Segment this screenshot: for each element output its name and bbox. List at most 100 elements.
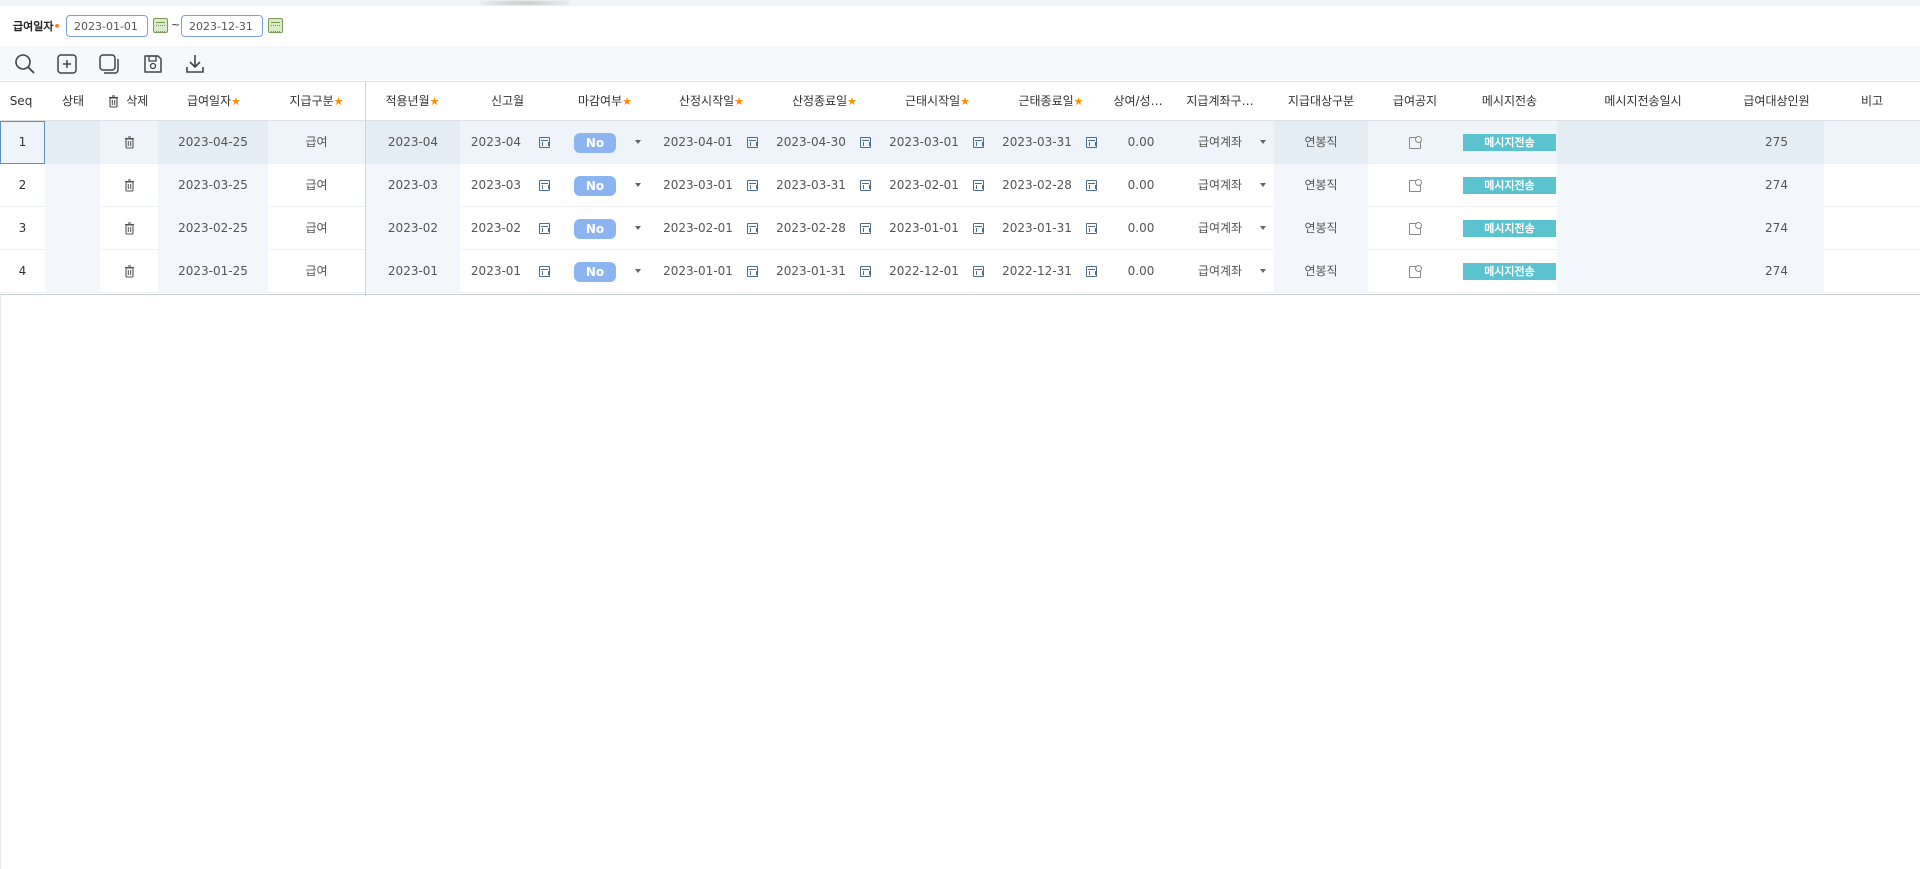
msg-time-cell[interactable] bbox=[1557, 164, 1729, 207]
calc-start-cell[interactable]: 2023-03-01 bbox=[655, 164, 741, 207]
pay-date-cell[interactable]: 2023-01-25 bbox=[158, 250, 268, 293]
closed-pill[interactable]: No bbox=[574, 261, 616, 282]
col-calc-end[interactable]: 산정종료일★ bbox=[768, 82, 881, 120]
calc-end-calendar[interactable] bbox=[854, 250, 876, 293]
add-icon[interactable] bbox=[55, 52, 79, 76]
calendar-icon[interactable] bbox=[1085, 180, 1097, 191]
trash-icon[interactable] bbox=[124, 265, 135, 278]
col-delete[interactable]: 삭제 bbox=[98, 82, 158, 120]
download-icon[interactable] bbox=[183, 52, 207, 76]
report-month-calendar[interactable] bbox=[533, 207, 555, 250]
col-msg[interactable]: 메시지전송 bbox=[1462, 82, 1557, 120]
calendar-icon[interactable] bbox=[972, 266, 984, 277]
calendar-icon[interactable] bbox=[538, 223, 550, 234]
pay-type-cell[interactable]: 급여 bbox=[268, 250, 365, 293]
calendar-icon[interactable] bbox=[538, 137, 550, 148]
calendar-icon[interactable] bbox=[972, 137, 984, 148]
calendar-icon[interactable] bbox=[746, 223, 758, 234]
table-row[interactable]: 4 2023-01-25 급여 2023-01 2023-01 No 2023-… bbox=[0, 250, 1920, 293]
calc-start-calendar[interactable] bbox=[741, 207, 763, 250]
calendar-icon[interactable] bbox=[972, 180, 984, 191]
chevron-down-icon[interactable] bbox=[635, 226, 641, 230]
calendar-icon[interactable] bbox=[859, 137, 871, 148]
col-headcount[interactable]: 급여대상인원 bbox=[1729, 82, 1824, 120]
calc-start-cell[interactable]: 2023-02-01 bbox=[655, 207, 741, 250]
msg-cell[interactable]: 메시지전송 bbox=[1462, 250, 1557, 293]
delete-cell[interactable] bbox=[100, 164, 158, 207]
trash-icon[interactable] bbox=[124, 136, 135, 149]
send-message-button[interactable]: 메시지전송 bbox=[1463, 263, 1556, 280]
send-message-button[interactable]: 메시지전송 bbox=[1463, 177, 1556, 194]
notice-icon[interactable] bbox=[1409, 221, 1422, 235]
msg-cell[interactable]: 메시지전송 bbox=[1462, 121, 1557, 164]
notice-icon[interactable] bbox=[1409, 178, 1422, 192]
msg-time-cell[interactable] bbox=[1557, 250, 1729, 293]
trash-header-icon[interactable] bbox=[108, 95, 119, 108]
calc-end-cell[interactable]: 2023-04-30 bbox=[768, 121, 854, 164]
closed-pill[interactable]: No bbox=[574, 175, 616, 196]
col-bonus[interactable]: 상여/성… bbox=[1108, 82, 1168, 120]
calendar-icon[interactable] bbox=[1085, 223, 1097, 234]
calc-end-calendar[interactable] bbox=[854, 164, 876, 207]
pay-type-cell[interactable]: 급여 bbox=[268, 164, 365, 207]
chevron-down-icon[interactable] bbox=[1260, 183, 1266, 187]
work-start-calendar[interactable] bbox=[967, 121, 989, 164]
col-status[interactable]: 상태 bbox=[52, 82, 94, 120]
table-row[interactable]: 3 2023-02-25 급여 2023-02 2023-02 No 2023-… bbox=[0, 207, 1920, 250]
closed-pill[interactable]: No bbox=[574, 132, 616, 153]
bonus-cell[interactable]: 0.00 bbox=[1108, 207, 1174, 250]
calc-end-calendar[interactable] bbox=[854, 207, 876, 250]
target-cell[interactable]: 연봉직 bbox=[1274, 121, 1368, 164]
chevron-down-icon[interactable] bbox=[635, 269, 641, 273]
account-cell[interactable]: 급여계좌 bbox=[1180, 164, 1260, 207]
col-closed[interactable]: 마감여부★ bbox=[555, 82, 655, 120]
work-start-calendar[interactable] bbox=[967, 250, 989, 293]
target-cell[interactable]: 연봉직 bbox=[1274, 250, 1368, 293]
apply-month-cell[interactable]: 2023-04 bbox=[366, 121, 460, 164]
calendar-icon[interactable] bbox=[538, 266, 550, 277]
calendar-icon[interactable] bbox=[859, 223, 871, 234]
calendar-icon[interactable] bbox=[746, 137, 758, 148]
apply-month-cell[interactable]: 2023-02 bbox=[366, 207, 460, 250]
closed-cell[interactable]: No bbox=[555, 250, 635, 293]
work-end-calendar[interactable] bbox=[1080, 164, 1102, 207]
calendar-icon[interactable] bbox=[972, 223, 984, 234]
account-cell[interactable]: 급여계좌 bbox=[1180, 121, 1260, 164]
col-pay-type[interactable]: 지급구분★ bbox=[268, 82, 365, 120]
work-end-cell[interactable]: 2023-02-28 bbox=[994, 164, 1080, 207]
note-cell[interactable] bbox=[1824, 250, 1920, 293]
chevron-down-icon[interactable] bbox=[635, 183, 641, 187]
headcount-cell[interactable]: 274 bbox=[1729, 250, 1824, 293]
account-cell[interactable]: 급여계좌 bbox=[1180, 207, 1260, 250]
calc-start-calendar[interactable] bbox=[741, 164, 763, 207]
pay-date-cell[interactable]: 2023-03-25 bbox=[158, 164, 268, 207]
col-report-month[interactable]: 신고월 bbox=[460, 82, 555, 120]
work-start-cell[interactable]: 2022-12-01 bbox=[881, 250, 967, 293]
col-msg-time[interactable]: 메시지전송일시 bbox=[1557, 82, 1729, 120]
pay-type-cell[interactable]: 급여 bbox=[268, 121, 365, 164]
work-end-cell[interactable]: 2022-12-31 bbox=[994, 250, 1080, 293]
notice-icon[interactable] bbox=[1409, 135, 1422, 149]
msg-time-cell[interactable] bbox=[1557, 207, 1729, 250]
calc-start-cell[interactable]: 2023-04-01 bbox=[655, 121, 741, 164]
apply-month-cell[interactable]: 2023-01 bbox=[366, 250, 460, 293]
closed-pill[interactable]: No bbox=[574, 218, 616, 239]
report-month-cell[interactable]: 2023-04 bbox=[460, 121, 532, 164]
search-icon[interactable] bbox=[13, 52, 37, 76]
delete-cell[interactable] bbox=[100, 250, 158, 293]
col-work-end[interactable]: 근태종료일★ bbox=[994, 82, 1108, 120]
note-cell[interactable] bbox=[1824, 207, 1920, 250]
target-cell[interactable]: 연봉직 bbox=[1274, 164, 1368, 207]
send-message-button[interactable]: 메시지전송 bbox=[1463, 134, 1556, 151]
pay-date-cell[interactable]: 2023-02-25 bbox=[158, 207, 268, 250]
msg-cell[interactable]: 메시지전송 bbox=[1462, 164, 1557, 207]
report-month-cell[interactable]: 2023-02 bbox=[460, 207, 532, 250]
report-month-calendar[interactable] bbox=[533, 121, 555, 164]
work-end-calendar[interactable] bbox=[1080, 250, 1102, 293]
work-start-calendar[interactable] bbox=[967, 164, 989, 207]
pay-type-cell[interactable]: 급여 bbox=[268, 207, 365, 250]
calc-start-cell[interactable]: 2023-01-01 bbox=[655, 250, 741, 293]
col-account[interactable]: 지급계좌구… bbox=[1180, 82, 1260, 120]
delete-cell[interactable] bbox=[100, 121, 158, 164]
report-month-cell[interactable]: 2023-03 bbox=[460, 164, 532, 207]
